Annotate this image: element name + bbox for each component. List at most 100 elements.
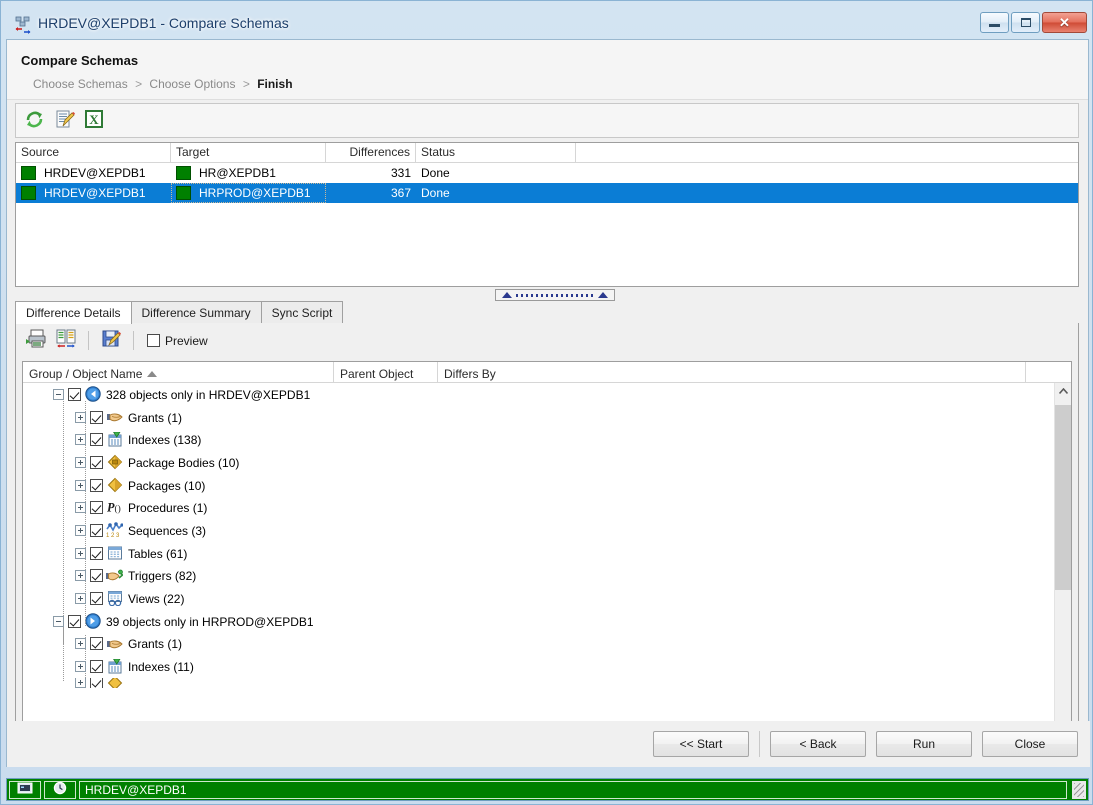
tab-difference-summary[interactable]: Difference Summary bbox=[130, 301, 262, 323]
run-button[interactable]: Run bbox=[876, 731, 972, 757]
column-header-group-object-name[interactable]: Group / Object Name bbox=[23, 362, 334, 382]
footer-button-bar: << Start < Back Run Close bbox=[7, 721, 1090, 767]
breadcrumb-step-finish[interactable]: Finish bbox=[257, 77, 292, 91]
tab-sync-script[interactable]: Sync Script bbox=[260, 301, 344, 323]
tree-row[interactable]: Grants (1) bbox=[23, 633, 1071, 656]
row-checkbox[interactable] bbox=[90, 546, 103, 560]
print-report-button[interactable] bbox=[23, 328, 49, 354]
splitter-grip[interactable] bbox=[495, 289, 615, 301]
column-header-differs-by[interactable]: Differs By bbox=[438, 362, 1026, 382]
row-checkbox[interactable] bbox=[68, 614, 81, 628]
table-row[interactable]: HRDEV@XEPDB1 HRPROD@XEPDB1 367 Done bbox=[16, 183, 1078, 203]
row-checkbox[interactable] bbox=[90, 677, 103, 688]
row-checkbox[interactable] bbox=[68, 387, 81, 401]
start-button[interactable]: << Start bbox=[653, 731, 749, 757]
tree-row[interactable]: Grants (1) bbox=[23, 406, 1071, 429]
grid-header-row: Source Target Differences Status bbox=[16, 143, 1078, 163]
expand-expander-icon[interactable] bbox=[75, 593, 86, 605]
column-header-source[interactable]: Source bbox=[16, 143, 171, 162]
preview-checkbox[interactable]: Preview bbox=[147, 334, 208, 348]
back-button[interactable]: < Back bbox=[770, 731, 866, 757]
tree-row-label: Indexes (138) bbox=[128, 433, 202, 448]
breadcrumb-separator: > bbox=[135, 77, 143, 91]
row-checkbox[interactable] bbox=[90, 660, 103, 674]
tree-row[interactable]: Tables (61) bbox=[23, 542, 1071, 565]
row-checkbox[interactable] bbox=[90, 592, 103, 606]
preview-checkbox-box[interactable] bbox=[147, 334, 160, 347]
column-header-status[interactable]: Status bbox=[416, 143, 576, 162]
column-header-filler bbox=[576, 143, 1078, 162]
close-window-button[interactable]: ✕ bbox=[1042, 12, 1087, 33]
tree-rows: 328 objects only in HRDEV@XEPDB1 Grants … bbox=[23, 383, 1071, 748]
column-header-parent-object[interactable]: Parent Object bbox=[334, 362, 438, 382]
edit-report-icon bbox=[54, 109, 75, 133]
edit-report-button[interactable] bbox=[51, 108, 77, 134]
tree-row[interactable]: 1 2 3 Sequences (3) bbox=[23, 519, 1071, 542]
sort-ascending-icon bbox=[147, 370, 158, 377]
close-button[interactable]: Close bbox=[982, 731, 1078, 757]
tree-row-partial[interactable] bbox=[23, 677, 1071, 688]
expand-expander-icon[interactable] bbox=[75, 570, 86, 582]
package-body-icon bbox=[106, 454, 123, 470]
row-checkbox[interactable] bbox=[90, 433, 103, 447]
tree-guide-line bbox=[63, 401, 64, 645]
maximize-button[interactable] bbox=[1011, 12, 1040, 33]
expand-expander-icon[interactable] bbox=[75, 411, 86, 423]
tree-row[interactable]: P () Procedures (1) bbox=[23, 496, 1071, 519]
scrollbar-thumb[interactable] bbox=[1055, 405, 1071, 590]
expand-expander-icon[interactable] bbox=[75, 456, 86, 468]
scroll-up-button[interactable] bbox=[1055, 383, 1071, 400]
row-checkbox[interactable] bbox=[90, 523, 103, 537]
expand-expander-icon[interactable] bbox=[75, 434, 86, 446]
package-icon bbox=[106, 477, 123, 493]
expand-expander-icon[interactable] bbox=[75, 524, 86, 536]
row-checkbox[interactable] bbox=[90, 637, 103, 651]
row-checkbox[interactable] bbox=[90, 569, 103, 583]
breadcrumb-step-choose-options[interactable]: Choose Options bbox=[149, 77, 235, 91]
collapse-expander-icon[interactable] bbox=[53, 615, 64, 627]
expand-expander-icon[interactable] bbox=[75, 638, 86, 650]
expand-expander-icon[interactable] bbox=[75, 677, 86, 688]
row-checkbox[interactable] bbox=[90, 478, 103, 492]
compare-side-by-side-button[interactable] bbox=[53, 328, 79, 354]
column-header-target[interactable]: Target bbox=[171, 143, 326, 162]
export-excel-button[interactable]: X bbox=[81, 108, 107, 134]
tree-row[interactable]: Package Bodies (10) bbox=[23, 451, 1071, 474]
splitter-down-arrow-icon[interactable] bbox=[598, 292, 608, 298]
svg-text:1 2 3: 1 2 3 bbox=[106, 533, 120, 538]
collapse-expander-icon[interactable] bbox=[53, 388, 64, 400]
tab-difference-details[interactable]: Difference Details bbox=[15, 301, 132, 324]
table-icon bbox=[106, 545, 123, 561]
expand-expander-icon[interactable] bbox=[75, 547, 86, 559]
tree-row[interactable]: Indexes (138) bbox=[23, 428, 1071, 451]
session-time-pane[interactable] bbox=[44, 780, 76, 799]
splitter-up-arrow-icon[interactable] bbox=[502, 292, 512, 298]
minimize-button[interactable] bbox=[980, 12, 1009, 33]
tree-row[interactable]: Triggers (82) bbox=[23, 565, 1071, 588]
save-script-button[interactable] bbox=[98, 328, 124, 354]
client-area: Compare Schemas Choose Schemas > Choose … bbox=[6, 39, 1090, 767]
row-checkbox[interactable] bbox=[90, 455, 103, 469]
breadcrumb-step-choose-schemas[interactable]: Choose Schemas bbox=[33, 77, 128, 91]
db-status-pane[interactable] bbox=[9, 780, 41, 799]
clock-icon bbox=[52, 781, 68, 798]
expand-expander-icon[interactable] bbox=[75, 502, 86, 514]
compare-side-by-side-icon bbox=[56, 329, 77, 352]
tree-vertical-scrollbar[interactable] bbox=[1054, 383, 1071, 748]
column-header-differences[interactable]: Differences bbox=[326, 143, 416, 162]
target-value: HRPROD@XEPDB1 bbox=[199, 186, 311, 200]
refresh-button[interactable] bbox=[21, 108, 47, 134]
tree-row[interactable]: Views (22) bbox=[23, 587, 1071, 610]
row-checkbox[interactable] bbox=[90, 501, 103, 515]
tree-row[interactable]: Packages (10) bbox=[23, 474, 1071, 497]
table-row[interactable]: HRDEV@XEPDB1 HR@XEPDB1 331 Done bbox=[16, 163, 1078, 183]
tree-row[interactable]: Indexes (11) bbox=[23, 655, 1071, 678]
tree-row[interactable]: 39 objects only in HRPROD@XEPDB1 bbox=[23, 610, 1071, 633]
row-checkbox[interactable] bbox=[90, 410, 103, 424]
tree-row-label: Package Bodies (10) bbox=[128, 455, 240, 470]
expand-expander-icon[interactable] bbox=[75, 479, 86, 491]
resize-grip[interactable] bbox=[1072, 780, 1086, 799]
expand-expander-icon[interactable] bbox=[75, 661, 86, 673]
tree-row[interactable]: 328 objects only in HRDEV@XEPDB1 bbox=[23, 383, 1071, 406]
tab-label: Difference Summary bbox=[141, 305, 251, 320]
